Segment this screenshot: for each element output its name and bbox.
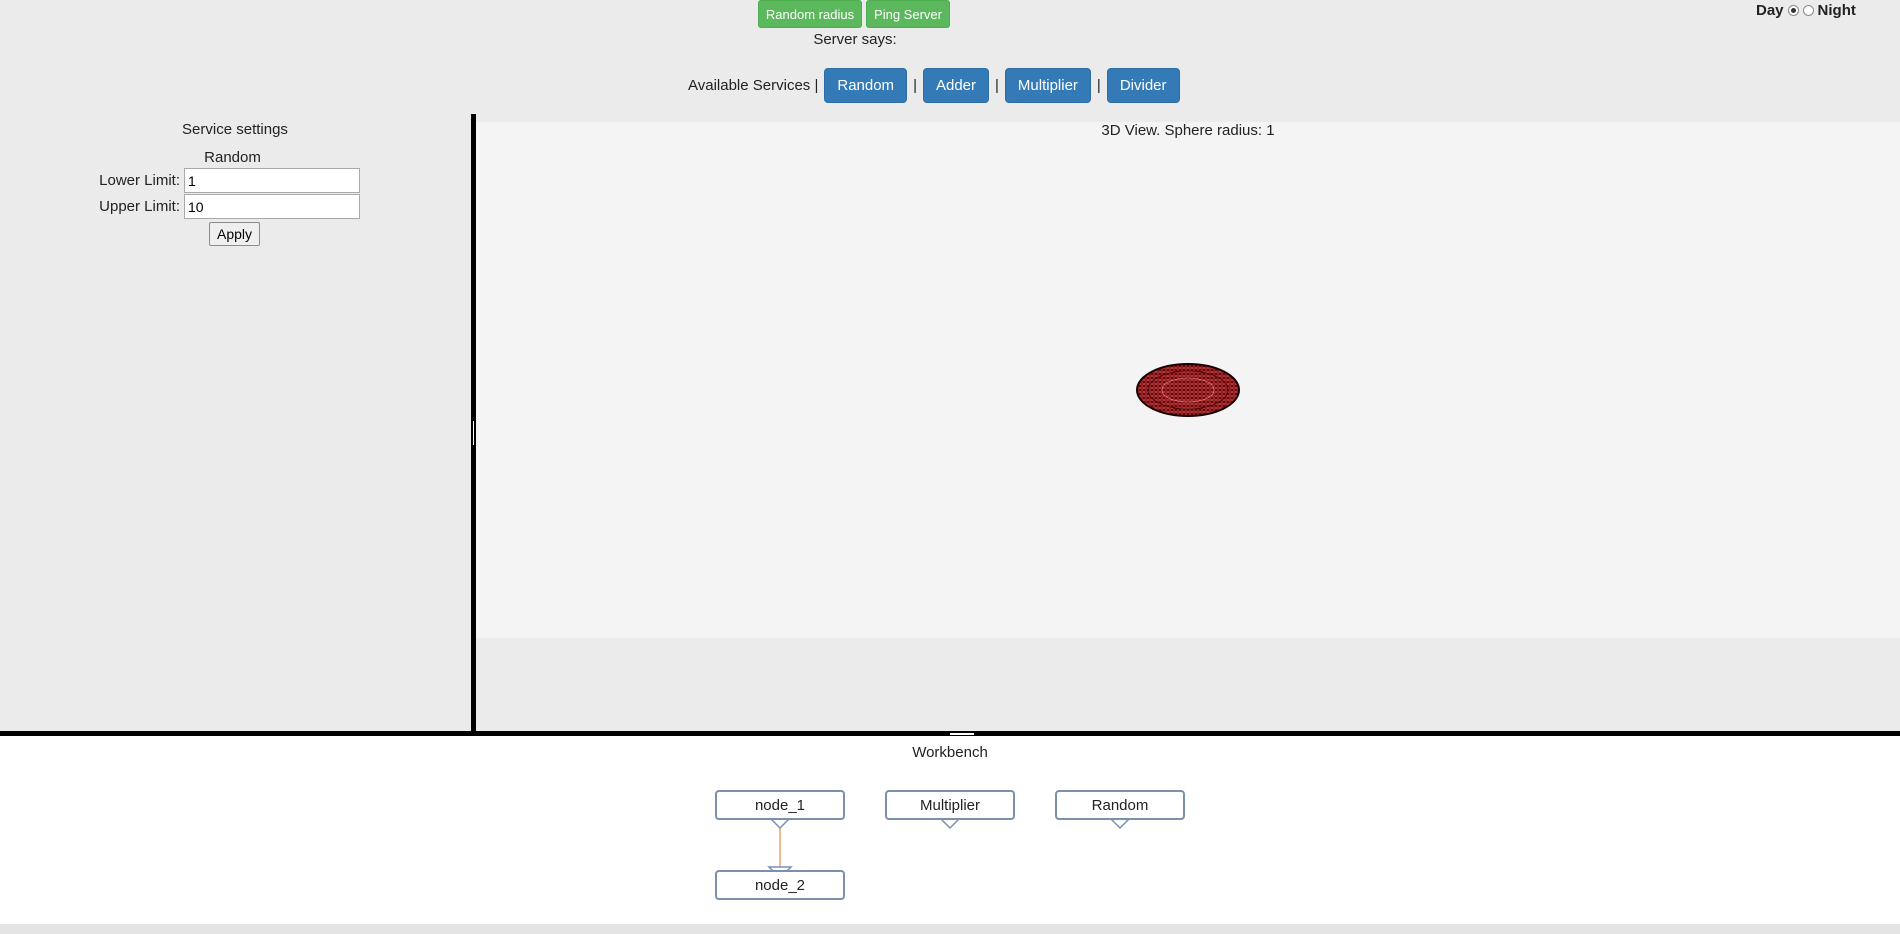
upper-limit-label: Upper Limit: <box>99 198 180 215</box>
sphere-body <box>1136 363 1240 417</box>
theme-switch: Day Night <box>1756 2 1856 19</box>
server-says-text: Server says: <box>813 31 897 48</box>
workbench-links <box>767 816 1133 880</box>
upper-limit-input[interactable] <box>184 194 360 219</box>
workbench-node-node-1[interactable]: node_1 <box>715 790 845 820</box>
services-separator: | <box>1096 77 1101 94</box>
workbench-node-node-2[interactable]: node_2 <box>715 870 845 900</box>
service-name: Random <box>204 149 261 166</box>
random-radius-button[interactable]: Random radius <box>758 0 862 28</box>
service-divider-button[interactable]: Divider <box>1106 68 1180 103</box>
lower-limit-label: Lower Limit: <box>99 172 180 189</box>
day-label: Day <box>1756 2 1784 19</box>
night-label: Night <box>1817 2 1856 19</box>
lower-limit-input[interactable] <box>184 168 360 193</box>
workbench-node-multiplier[interactable]: Multiplier <box>885 790 1015 820</box>
service-adder-button[interactable]: Adder <box>922 68 989 103</box>
3d-view-title: 3D View. Sphere radius: 1 <box>1101 122 1275 139</box>
bottom-strip <box>0 924 1900 934</box>
day-radio[interactable] <box>1787 5 1799 16</box>
sphere-mesh <box>1136 363 1240 417</box>
ping-server-button[interactable]: Ping Server <box>866 0 950 28</box>
service-settings-title: Service settings <box>182 121 288 138</box>
apply-button[interactable]: Apply <box>209 222 260 246</box>
service-random-button[interactable]: Random <box>824 68 908 103</box>
workbench-node-random[interactable]: Random <box>1055 790 1185 820</box>
services-separator: | <box>995 77 999 94</box>
vertical-splitter-handle[interactable] <box>472 420 475 446</box>
services-separator: | <box>913 77 917 94</box>
service-multiplier-button[interactable]: Multiplier <box>1004 68 1091 103</box>
available-services-label: Available Services | <box>688 77 819 94</box>
available-services-bar: Available Services | Random | Adder | Mu… <box>688 68 1180 103</box>
night-radio[interactable] <box>1802 5 1814 16</box>
